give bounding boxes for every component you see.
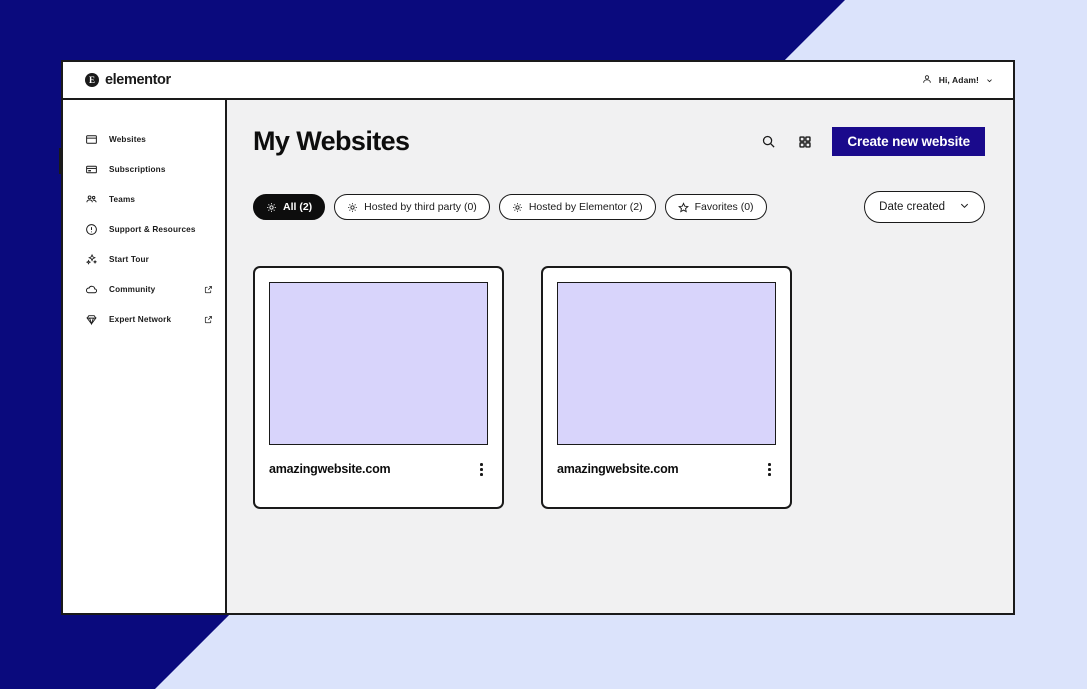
website-card[interactable]: amazingwebsite.com [541,266,792,509]
filter-chip-label: Favorites (0) [694,201,754,213]
sidebar-item-label: Teams [109,194,136,204]
external-link-icon [204,285,213,294]
cloud-icon [85,283,98,296]
card-icon [85,163,98,176]
sun-icon [347,202,358,213]
sidebar-item-expert-network[interactable]: Expert Network [63,304,225,334]
sun-icon [512,202,523,213]
app-topbar: E elementor Hi, Adam! [63,62,1013,100]
website-thumbnail [557,282,776,445]
filter-row: All (2) Hosted by third party (0) Hosted… [253,191,985,223]
chevron-down-icon [959,200,970,214]
create-new-website-button[interactable]: Create new website [832,127,985,156]
header-actions: Create new website [758,127,985,156]
sidebar-item-support-and-resources[interactable]: Support & Resources [63,214,225,244]
star-icon [677,201,689,213]
sparkles-icon [85,253,98,266]
filter-chips: All (2) Hosted by third party (0) Hosted… [253,194,767,220]
window-body: Websites Subscriptions Teams Support & R… [59,100,1013,613]
brand-mark-letter: E [88,74,95,85]
sidebar-item-start-tour[interactable]: Start Tour [63,244,225,274]
website-card[interactable]: amazingwebsite.com [253,266,504,509]
website-card-footer: amazingwebsite.com [269,460,488,479]
filter-chip-all[interactable]: All (2) [253,194,326,220]
sidebar-item-label: Expert Network [109,314,172,324]
search-icon[interactable] [758,132,778,152]
brand-logo[interactable]: E elementor [85,72,171,88]
sidebar: Websites Subscriptions Teams Support & R… [59,100,227,613]
website-cards-grid: amazingwebsite.com amazingwebsite.com [253,266,985,509]
sidebar-item-subscriptions[interactable]: Subscriptions [63,154,225,184]
page-header: My Websites Create new website [253,126,985,157]
people-icon [85,193,98,206]
filter-chip-label: Hosted by Elementor (2) [528,201,643,213]
external-link-icon [204,315,213,324]
user-avatar-icon [922,71,932,89]
grid-view-icon[interactable] [795,132,815,152]
kebab-menu-icon[interactable] [763,460,776,479]
app-window: E elementor Hi, Adam! Websites Subscript… [59,60,1015,615]
sidebar-item-label: Support & Resources [109,224,196,234]
sidebar-item-websites[interactable]: Websites [63,124,225,154]
filter-chip-hosted-by-elementor[interactable]: Hosted by Elementor (2) [498,194,656,220]
website-card-footer: amazingwebsite.com [557,460,776,479]
chevron-down-icon [986,71,993,89]
filter-chip-favorites[interactable]: Favorites (0) [664,194,767,220]
website-card-title: amazingwebsite.com [557,462,679,477]
sort-dropdown-value: Date created [879,201,945,213]
brand-name: elementor [105,72,171,88]
info-circle-icon [85,223,98,236]
website-card-title: amazingwebsite.com [269,462,391,477]
sidebar-item-label: Subscriptions [109,164,166,174]
page-title: My Websites [253,126,410,156]
sidebar-item-label: Start Tour [109,254,150,264]
sort-dropdown[interactable]: Date created [864,191,985,223]
sidebar-item-label: Community [109,284,156,294]
browser-window-icon [85,133,98,146]
sidebar-item-teams[interactable]: Teams [63,184,225,214]
filter-chip-hosted-by-third-party[interactable]: Hosted by third party (0) [334,194,490,220]
user-menu[interactable]: Hi, Adam! [922,71,993,89]
diamond-icon [85,313,98,326]
sidebar-item-community[interactable]: Community [63,274,225,304]
sun-icon [266,202,277,213]
elementor-logo-icon: E [85,73,99,87]
website-thumbnail [269,282,488,445]
user-greeting: Hi, Adam! [938,75,979,85]
kebab-menu-icon[interactable] [475,460,488,479]
filter-chip-label: Hosted by third party (0) [364,201,477,213]
sidebar-item-label: Websites [109,134,146,144]
main-content: My Websites Create new website All (2) H… [227,100,1013,613]
filter-chip-label: All (2) [283,201,313,213]
